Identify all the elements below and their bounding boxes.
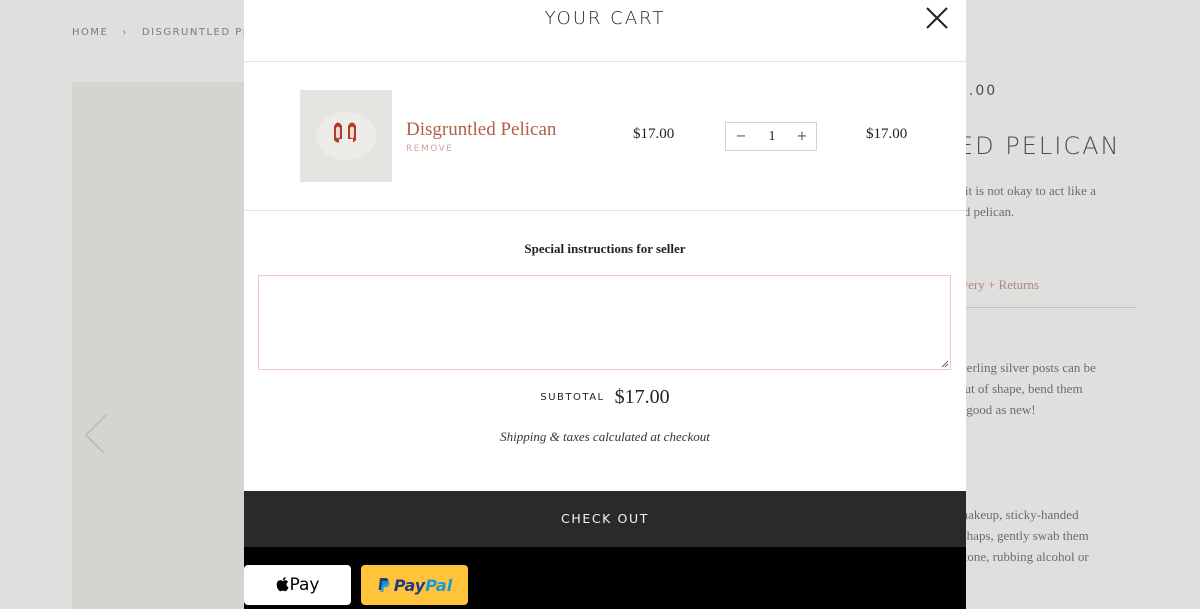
apple-pay-button[interactable]: Pay — [244, 565, 351, 605]
apple-icon — [276, 577, 289, 592]
express-checkout-area: Pay PayPal — [244, 547, 966, 609]
apple-pay-label: Pay — [289, 575, 320, 595]
earring-image — [300, 90, 392, 182]
paypal-label: PayPal — [394, 576, 452, 595]
paypal-label-pay: Pay — [393, 575, 426, 595]
paypal-label-pal: Pal — [425, 575, 453, 595]
cart-line-item: Disgruntled Pelican REMOVE $17.00 − 1 + … — [244, 62, 966, 210]
instructions-textarea[interactable] — [258, 275, 951, 370]
item-thumbnail[interactable] — [300, 90, 392, 182]
close-icon[interactable] — [924, 5, 950, 31]
shipping-note: Shipping & taxes calculated at checkout — [500, 429, 710, 444]
cart-drawer: YOUR CART Disgruntled Pelican REMOVE $17… — [244, 0, 966, 609]
paypal-icon — [378, 578, 390, 592]
subtotal-row: SUBTOTAL $17.00 — [244, 386, 966, 409]
paypal-button[interactable]: PayPal — [361, 565, 468, 605]
instructions-label: Special instructions for seller — [524, 241, 686, 256]
increment-button[interactable]: + — [788, 123, 816, 150]
remove-link[interactable]: REMOVE — [406, 144, 453, 154]
quantity-value[interactable]: 1 — [756, 123, 788, 150]
checkout-button[interactable]: CHECK OUT — [244, 491, 966, 547]
cart-title: YOUR CART — [544, 8, 666, 29]
divider — [244, 210, 966, 211]
decrement-button[interactable]: − — [726, 123, 756, 150]
quantity-stepper: − 1 + — [725, 122, 817, 151]
subtotal-value: $17.00 — [614, 386, 670, 408]
item-price: $17.00 — [633, 126, 675, 142]
item-line-total: $17.00 — [866, 126, 908, 142]
resize-handle-icon[interactable] — [941, 360, 949, 368]
subtotal-label: SUBTOTAL — [540, 392, 605, 403]
item-name[interactable]: Disgruntled Pelican — [406, 119, 556, 141]
